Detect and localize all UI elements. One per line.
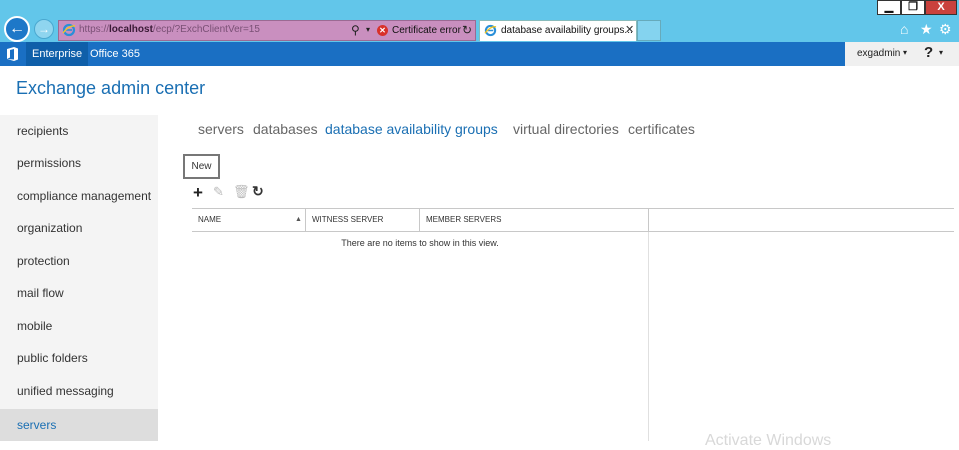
column-header-member-servers[interactable]: MEMBER SERVERS (420, 209, 649, 231)
url-scheme: https:// (79, 24, 110, 35)
forward-button[interactable]: → (34, 19, 54, 39)
table-header: NAME ▲ WITNESS SERVER MEMBER SERVERS (192, 208, 954, 232)
help-chevron-down-icon[interactable]: ▾ (939, 48, 943, 57)
address-dropdown-icon[interactable]: ▾ (366, 25, 370, 34)
certificate-error-icon[interactable]: ✕ (377, 25, 388, 36)
sort-ascending-icon: ▲ (295, 216, 302, 223)
user-name[interactable]: exgadmin (857, 48, 900, 59)
sidebar-item-recipients[interactable]: recipients (0, 115, 158, 147)
ie-logo-icon (62, 23, 76, 37)
column-header-name-label: NAME (198, 215, 222, 224)
sidebar: recipients permissions compliance manage… (0, 115, 158, 441)
minimize-button[interactable]: ▁ (877, 0, 901, 15)
details-pane-divider (648, 232, 649, 441)
home-icon[interactable]: ⌂ (900, 21, 908, 37)
tab-database-availability-groups[interactable]: database availability groups (325, 121, 498, 137)
url-path: /ecp/?ExchClientVer=15 (152, 24, 260, 35)
browser-tab[interactable]: database availability groups... ✕ (479, 20, 637, 41)
refresh-list-icon[interactable]: ↻ (252, 183, 264, 200)
tab-databases[interactable]: databases (253, 121, 318, 137)
minimize-icon: ▁ (884, 1, 894, 13)
close-tab-icon[interactable]: ✕ (625, 23, 634, 36)
new-tooltip: New (183, 154, 220, 179)
user-menu[interactable]: exgadmin ▾ ? ▾ (845, 42, 959, 66)
sidebar-item-servers[interactable]: servers (0, 409, 158, 441)
sidebar-item-permissions[interactable]: permissions (0, 147, 158, 179)
sidebar-item-compliance-management[interactable]: compliance management (0, 180, 158, 212)
help-icon[interactable]: ? (924, 44, 933, 61)
back-button[interactable]: ← (4, 16, 30, 42)
tab-servers[interactable]: servers (198, 121, 244, 137)
page-title: Exchange admin center (16, 78, 206, 98)
sidebar-item-protection[interactable]: protection (0, 245, 158, 277)
tab-virtual-directories[interactable]: virtual directories (513, 121, 619, 137)
forward-arrow-icon: → (38, 22, 50, 36)
empty-list-message: There are no items to show in this view. (341, 238, 499, 248)
sidebar-item-unified-messaging[interactable]: unified messaging (0, 375, 158, 407)
office-logo-icon[interactable] (7, 47, 18, 61)
pencil-icon[interactable]: ✎ (213, 184, 224, 200)
close-window-button[interactable]: X (925, 0, 957, 15)
activation-watermark: Activate Windows (705, 432, 832, 449)
sidebar-item-mobile[interactable]: mobile (0, 310, 158, 342)
star-icon[interactable]: ★ (920, 21, 933, 38)
gear-icon[interactable]: ⚙ (939, 21, 952, 38)
chevron-down-icon[interactable]: ▾ (903, 48, 907, 57)
nav-office-365[interactable]: Office 365 (90, 42, 140, 66)
nav-enterprise[interactable]: Enterprise (26, 42, 89, 66)
column-header-name[interactable]: NAME ▲ (192, 209, 306, 231)
ie-page-icon (484, 24, 497, 37)
plus-icon[interactable]: + (193, 183, 203, 203)
restore-icon: ❐ (908, 1, 918, 13)
new-tab-button[interactable] (637, 20, 661, 41)
refresh-icon[interactable]: ↻ (462, 23, 472, 37)
url-host: localhost (109, 24, 153, 35)
trash-icon[interactable]: 🗑 (233, 184, 250, 200)
certificate-error-label[interactable]: Certificate error (392, 25, 461, 36)
tab-certificates[interactable]: certificates (628, 121, 695, 137)
sidebar-item-public-folders[interactable]: public folders (0, 342, 158, 374)
tab-title: database availability groups... (501, 25, 633, 36)
maximize-button[interactable]: ❐ (901, 0, 925, 15)
column-header-witness-server[interactable]: WITNESS SERVER (306, 209, 420, 231)
url-text: https://localhost/ecp/?ExchClientVer=15 (79, 24, 260, 35)
address-bar[interactable]: https://localhost/ecp/?ExchClientVer=15 … (58, 20, 476, 41)
back-arrow-icon: ← (9, 20, 25, 37)
suite-bar: Enterprise Office 365 exgadmin ▾ ? ▾ (0, 42, 959, 66)
sidebar-item-organization[interactable]: organization (0, 212, 158, 244)
search-icon[interactable]: ⚲ (351, 23, 360, 37)
sidebar-item-mail-flow[interactable]: mail flow (0, 277, 158, 309)
